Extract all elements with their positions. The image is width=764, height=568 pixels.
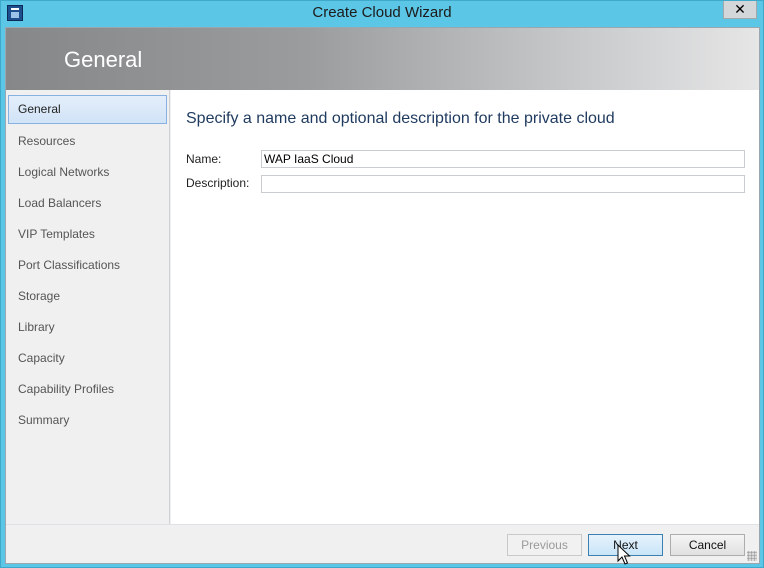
wizard-steps-sidebar: General Resources Logical Networks Load … [6,90,170,524]
resize-grip-icon[interactable] [747,551,757,561]
sidebar-item-capability-profiles[interactable]: Capability Profiles [8,375,167,404]
page-title: General [64,47,143,72]
sidebar-item-load-balancers[interactable]: Load Balancers [8,189,167,218]
wizard-header: General [6,28,759,90]
title-bar[interactable]: Create Cloud Wizard ✕ [1,1,763,27]
sidebar-item-resources[interactable]: Resources [8,127,167,156]
previous-button[interactable]: Previous [507,534,582,556]
wizard-client-area: General General Resources Logical Networ… [5,27,760,564]
sidebar-item-library[interactable]: Library [8,313,167,342]
sidebar-item-port-classifications[interactable]: Port Classifications [8,251,167,280]
description-input[interactable] [261,175,745,193]
window-title: Create Cloud Wizard [312,4,452,21]
sidebar-item-storage[interactable]: Storage [8,282,167,311]
sidebar-item-summary[interactable]: Summary [8,406,167,435]
section-heading: Specify a name and optional description … [186,110,615,127]
description-label: Description: [186,176,250,190]
sidebar-item-general[interactable]: General [8,95,167,124]
mouse-cursor-icon [617,544,631,565]
name-label: Name: [186,152,222,166]
cancel-button[interactable]: Cancel [670,534,745,556]
close-button[interactable]: ✕ [723,1,757,19]
sidebar-item-logical-networks[interactable]: Logical Networks [8,158,167,187]
sidebar-item-capacity[interactable]: Capacity [8,344,167,373]
wizard-window: Create Cloud Wizard ✕ General General Re… [0,0,764,568]
sidebar-item-vip-templates[interactable]: VIP Templates [8,220,167,249]
main-content: Specify a name and optional description … [171,90,759,524]
wizard-footer: Previous Next Cancel [6,524,759,563]
name-input[interactable] [261,150,745,168]
